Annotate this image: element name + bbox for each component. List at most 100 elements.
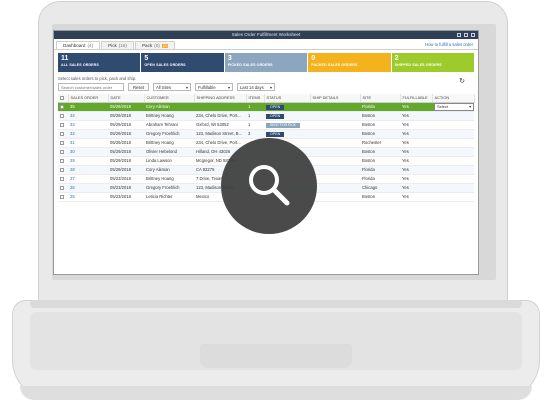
sales-order-link[interactable]: 25 [70,194,75,199]
tile-shipped-sales-orders[interactable]: 2 SHIPPED SALES ORDERS [391,53,475,72]
sales-order-link[interactable]: 29 [70,158,75,163]
column-header[interactable]: SHIPPING ADDRESS [194,94,247,103]
sales-order-link[interactable]: 26 [70,185,75,190]
sales-order-cell[interactable]: 33 [68,120,108,130]
date-filter-dropdown[interactable]: Last 14 days ▾ [236,83,275,91]
window-controls [457,33,475,37]
sales-order-link[interactable]: 33 [70,122,75,127]
table-row[interactable]: 32 05/29/2018 Gregory Froehlich 123, Madiso… [58,129,474,139]
site-cell: Boston [360,120,400,130]
table-row[interactable]: 34 05/29/2018 Brittney Hoang 234, Chelo Dri… [58,111,474,121]
row-select-cell [58,156,68,166]
select-all-checkbox[interactable] [60,96,64,101]
sales-order-link[interactable]: 27 [70,176,75,181]
ship-details-cell [310,156,360,166]
sales-order-cell[interactable]: 29 [68,156,108,166]
dropdown-value: Fulfillable [197,85,216,90]
tab-bar: Dashboard (4) Pick (16) Pack (0) (2) How… [54,39,478,50]
sales-order-cell[interactable]: 30 [68,147,108,157]
fulfillable-cell: Yes [400,174,432,184]
tile-picked-sales-orders[interactable]: 3 PICKED SALES ORDERS [224,53,308,72]
action-cell: Select ▾ [432,102,474,112]
sales-order-link[interactable]: 31 [70,140,75,145]
laptop-mockup: Sales Order Fulfillment Worksheet Dashbo… [0,0,552,416]
sales-order-link[interactable]: 28 [70,167,75,172]
sales-order-cell[interactable]: 35 [68,102,108,112]
sales-order-cell[interactable]: 34 [68,111,108,121]
row-checkbox[interactable] [60,158,64,163]
customer-cell: Brittney Hoang [144,174,194,184]
tile-number: 0 [311,55,316,62]
sales-order-link[interactable]: 34 [70,113,75,118]
column-header[interactable]: FULFILLABLE [400,94,433,103]
sales-order-link[interactable]: 32 [70,131,75,136]
sales-order-cell[interactable]: 25 [68,192,108,202]
column-header[interactable]: DATE [108,94,145,103]
row-checkbox[interactable] [60,131,64,136]
row-select-cell [58,192,68,202]
site-filter-dropdown[interactable]: All Sites ▾ [152,83,191,91]
table-row[interactable]: 33 05/29/2018 Abraham Tehrani Oxford, WI 53… [58,120,474,130]
sales-order-cell[interactable]: 27 [68,174,108,184]
zoom-overlay[interactable] [221,138,317,234]
row-checkbox[interactable] [60,185,64,190]
maximize-icon[interactable] [464,33,468,37]
tab-pack[interactable]: Pack (0) (2) [134,41,176,49]
ship-details-cell [310,174,360,184]
sales-order-cell[interactable]: 28 [68,165,108,175]
row-checkbox[interactable] [60,194,64,199]
site-cell: Boston [360,156,400,166]
site-cell: Boston [360,129,400,139]
column-header[interactable]: STATUS [264,94,311,103]
action-cell [432,174,474,184]
help-link[interactable]: How to fulfill a sales order [425,42,473,47]
action-cell [432,120,474,130]
reset-button[interactable]: Reset [128,83,149,91]
fulfillable-cell: Yes [400,102,432,112]
tile-number: 11 [61,55,69,62]
tile-open-sales-orders[interactable]: 5 OPEN SALES ORDERS [141,53,224,72]
sales-order-cell[interactable]: 32 [68,129,108,139]
row-checkbox[interactable] [60,167,64,172]
column-header[interactable]: ITEMS [246,94,265,103]
column-header[interactable]: SITE [360,94,401,103]
row-checkbox[interactable] [60,176,64,181]
minimize-icon[interactable] [457,33,461,37]
tab-count: (4) [87,42,94,48]
column-header[interactable]: CUSTOMER [144,94,195,103]
chevron-down-icon: ▾ [185,85,188,90]
tab-dashboard[interactable]: Dashboard (4) [56,41,101,49]
column-header[interactable]: SHIP DETAILS [310,94,361,103]
fulfillable-filter-dropdown[interactable]: Fulfillable ▾ [194,83,233,91]
row-checkbox[interactable] [60,113,64,118]
tile-all-sales-orders[interactable]: 11 ALL SALES ORDERS [58,53,141,72]
customer-cell: Gregory Froehlich [144,183,194,193]
tile-label: ALL SALES ORDERS [61,63,99,67]
row-checkbox[interactable] [60,104,64,109]
row-checkbox[interactable] [60,122,64,127]
items-cell: 1 [246,120,264,130]
search-input[interactable] [58,83,124,91]
date-cell: 05/23/2018 [108,192,144,202]
close-icon[interactable] [471,33,475,37]
refresh-icon[interactable]: ↻ [458,78,466,86]
summary-tiles: 11 ALL SALES ORDERS 5 OPEN SALES ORDERS … [58,53,475,72]
row-checkbox[interactable] [60,149,64,154]
sales-order-cell[interactable]: 31 [68,138,108,148]
sales-order-link[interactable]: 30 [70,149,75,154]
table-row[interactable]: 35 05/29/2018 Cory Aikman 1 OPEN Florida Yes Se… [58,102,474,112]
tab-pick[interactable]: Pick (16) [101,41,134,49]
row-checkbox[interactable] [60,140,64,145]
tile-packed-sales-orders[interactable]: 0 PACKED SALES ORDERS [308,53,391,72]
site-cell: Florida [360,165,400,175]
column-header[interactable]: SALES ORDER [68,94,109,103]
fulfillable-cell: Yes [400,111,432,121]
sales-order-cell[interactable]: 26 [68,183,108,193]
fulfillable-cell: Yes [400,156,432,166]
tile-label: PACKED SALES ORDERS [311,63,358,67]
sales-order-link[interactable]: 35 [70,104,75,109]
tile-label: SHIPPED SALES ORDERS [394,63,442,67]
column-header[interactable]: ACTION [432,94,475,103]
action-dropdown[interactable]: Select ▾ [434,102,474,110]
chevron-down-icon: ▾ [269,85,272,90]
